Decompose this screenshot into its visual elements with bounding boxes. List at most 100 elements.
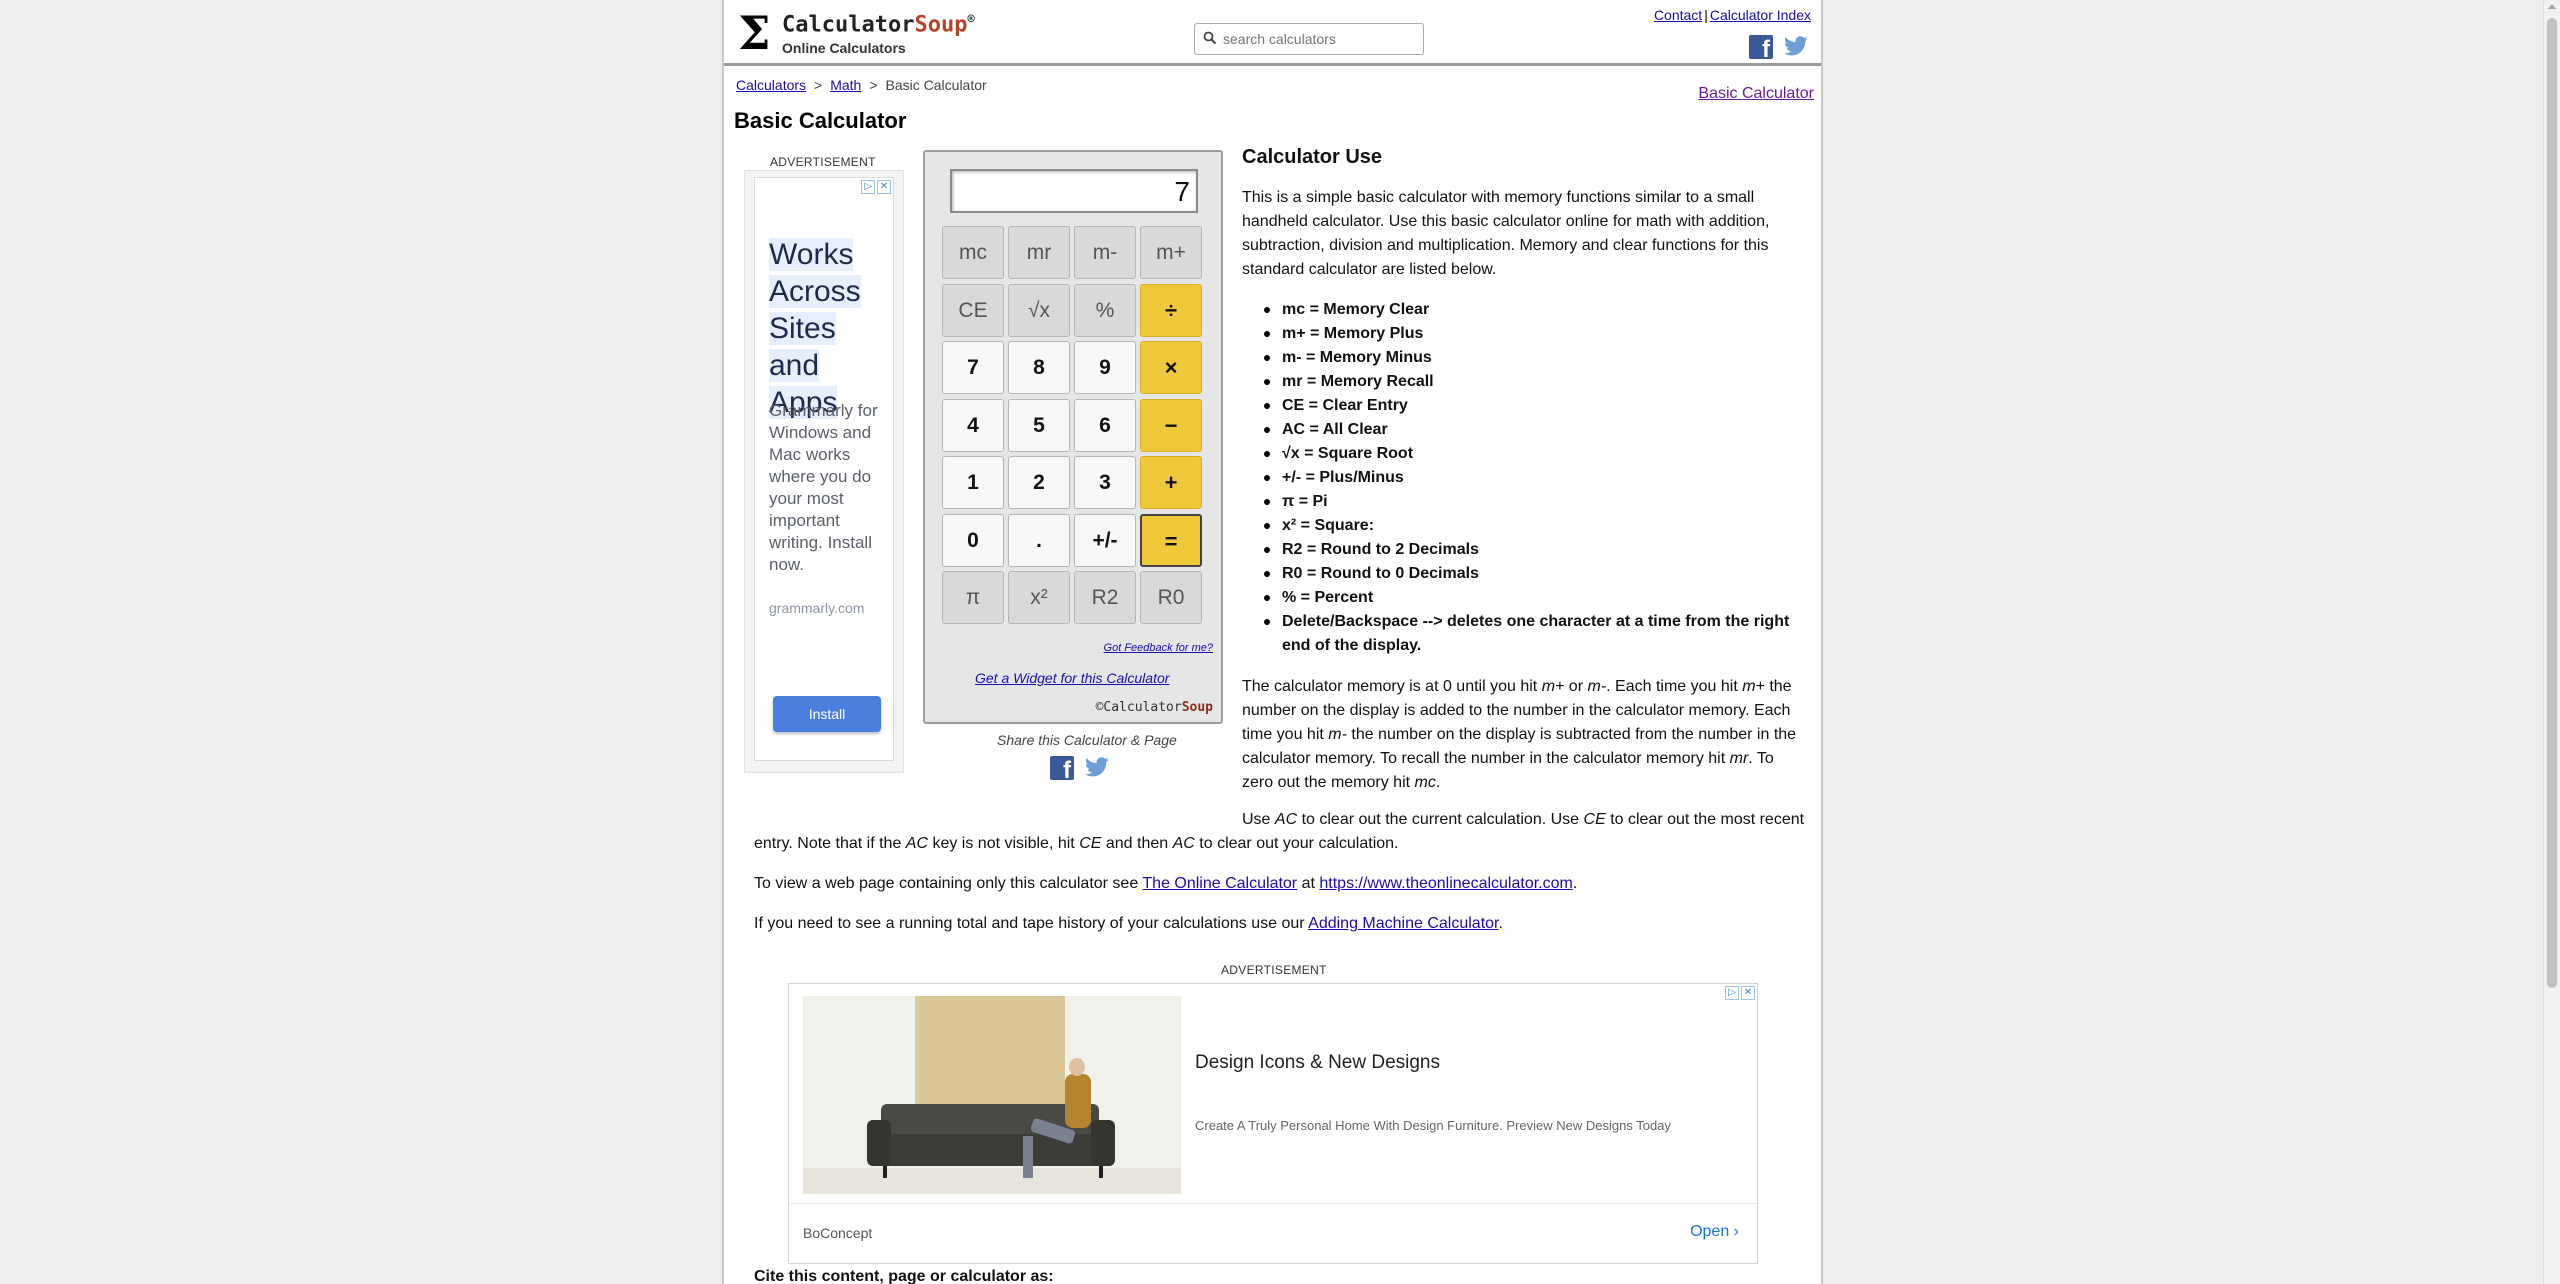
key-r0[interactable]: R0 xyxy=(1140,571,1202,624)
key-5[interactable]: 5 xyxy=(1008,399,1070,452)
text: If you need to see a running total and t… xyxy=(754,915,1309,932)
calculator: 7 mc mr m-m+ CE √x% ÷ 7 8 9 × 4 5 6−1 2 3 +0. +/- = π x² R2 R… xyxy=(923,150,1223,724)
share-icons: f xyxy=(1050,756,1110,780)
facebook-share-icon[interactable]: f xyxy=(1050,756,1074,780)
page-title: Basic Calculator xyxy=(734,108,907,133)
key-equals[interactable]: = xyxy=(1140,514,1202,567)
key-1[interactable]: 1 xyxy=(942,456,1004,509)
key-4[interactable]: 4 xyxy=(942,399,1004,452)
key-2[interactable]: 2 xyxy=(1008,456,1070,509)
feedback-link[interactable]: Got Feedback for me? xyxy=(1104,642,1213,654)
cite-heading: Cite this content, page or calculator as… xyxy=(754,1268,1054,1284)
key-m-minus[interactable]: m- xyxy=(1074,226,1136,279)
em-key: AC xyxy=(1172,835,1195,852)
legend-item: AC = All Clear xyxy=(1262,418,1802,442)
calculator-use-section: Calculator Use This is a simple basic ca… xyxy=(1242,145,1802,811)
ad-choices[interactable]: ▷ ✕ xyxy=(1725,986,1755,1000)
ad-close-icon[interactable]: ✕ xyxy=(877,180,891,194)
key-0[interactable]: 0 xyxy=(942,514,1004,567)
breadcrumb-calculators[interactable]: Calculators xyxy=(736,77,806,93)
ad-open-button[interactable]: Open › xyxy=(1690,1223,1739,1241)
ad-headline[interactable]: Design Icons & New Designs xyxy=(1195,1052,1440,1074)
key-mc[interactable]: mc xyxy=(942,226,1004,279)
twitter-share-icon[interactable] xyxy=(1084,756,1110,780)
text: . xyxy=(1572,875,1578,892)
display-value: 7 xyxy=(1174,176,1190,207)
left-ad[interactable]: ▷ ✕ Works Across Sites and Apps Grammarl… xyxy=(754,177,894,761)
key-pi[interactable]: π xyxy=(942,571,1004,624)
legend-item: m- = Memory Minus xyxy=(1262,346,1802,370)
scrollbar[interactable] xyxy=(2543,0,2560,1284)
key-plus-minus[interactable]: +/- xyxy=(1074,514,1136,567)
sigma-logo-icon[interactable]: Σ xyxy=(738,10,776,56)
key-7[interactable]: 7 xyxy=(942,341,1004,394)
online-calculator-link[interactable]: The Online Calculator xyxy=(1142,875,1297,892)
ad-headline-line: Sites and xyxy=(769,312,836,382)
key-mr[interactable]: mr xyxy=(1008,226,1070,279)
text: . Each time you hit xyxy=(1606,678,1743,695)
text: Use xyxy=(1242,811,1275,828)
bottom-ad[interactable]: ▷ ✕ Design Icons & New Designs Create A … xyxy=(788,983,1758,1264)
scroll-up-arrow-icon[interactable] xyxy=(2548,4,2556,9)
search-box[interactable] xyxy=(1194,23,1424,55)
key-ce[interactable]: CE xyxy=(942,284,1004,337)
legend-item: R2 = Round to 2 Decimals xyxy=(1262,538,1802,562)
key-subtract[interactable]: − xyxy=(1140,399,1202,452)
ad-install-button[interactable]: Install xyxy=(773,696,881,732)
ad-image[interactable] xyxy=(803,996,1181,1194)
key-r2[interactable]: R2 xyxy=(1074,571,1136,624)
view-paragraph: To view a web page containing only this … xyxy=(754,872,1810,896)
em-key: AC xyxy=(1274,811,1298,828)
key-9[interactable]: 9 xyxy=(1074,341,1136,394)
em-key: CE xyxy=(1079,835,1102,852)
site-logo-text[interactable]: CalculatorSoup® xyxy=(782,12,975,37)
em-key: m- xyxy=(1328,726,1347,743)
copyright-name: Calculator xyxy=(1103,700,1182,715)
contact-link[interactable]: Contact xyxy=(1654,7,1702,23)
search-input[interactable] xyxy=(1223,28,1418,50)
key-add[interactable]: + xyxy=(1140,456,1202,509)
breadcrumb-math[interactable]: Math xyxy=(830,77,861,93)
key-decimal[interactable]: . xyxy=(1008,514,1070,567)
key-square[interactable]: x² xyxy=(1008,571,1070,624)
text: . xyxy=(1498,915,1503,932)
key-percent[interactable]: % xyxy=(1074,284,1136,337)
key-multiply[interactable]: × xyxy=(1140,341,1202,394)
ad-domain: grammarly.com xyxy=(769,600,865,616)
ad-info-icon[interactable]: ▷ xyxy=(1725,986,1739,1000)
em-key: AC xyxy=(905,835,929,852)
legend-item: π = Pi xyxy=(1262,490,1802,514)
facebook-icon[interactable]: f xyxy=(1749,35,1773,59)
text: The calculator memory is at 0 until you … xyxy=(1242,678,1542,695)
adding-machine-link[interactable]: Adding Machine Calculator xyxy=(1308,915,1498,932)
twitter-icon[interactable] xyxy=(1783,35,1809,59)
online-calculator-url-link[interactable]: https://www.theonlinecalculator.com xyxy=(1319,875,1572,892)
ad-headline-line: Across xyxy=(769,275,861,308)
top-links: Contact | Calculator Index xyxy=(1654,7,1811,23)
ad-info-icon[interactable]: ▷ xyxy=(861,180,875,194)
key-m-plus[interactable]: m+ xyxy=(1140,226,1202,279)
ad-label: ADVERTISEMENT xyxy=(770,155,876,169)
ad-choices[interactable]: ▷ ✕ xyxy=(861,180,891,194)
key-6[interactable]: 6 xyxy=(1074,399,1136,452)
ad-brand: BoConcept xyxy=(803,1225,873,1241)
left-ad-container: ▷ ✕ Works Across Sites and Apps Grammarl… xyxy=(744,170,904,773)
em-key: mc xyxy=(1414,774,1436,791)
key-divide[interactable]: ÷ xyxy=(1140,284,1202,337)
calculator-display[interactable]: 7 xyxy=(950,169,1198,213)
section-title: Calculator Use xyxy=(1242,146,1383,168)
intro-paragraph: This is a simple basic calculator with m… xyxy=(1242,189,1770,278)
breadcrumb-separator: > xyxy=(814,77,823,93)
share-label: Share this Calculator & Page xyxy=(997,732,1177,748)
calculator-index-link[interactable]: Calculator Index xyxy=(1710,7,1811,23)
ad-close-icon[interactable]: ✕ xyxy=(1741,986,1755,1000)
scrollbar-thumb[interactable] xyxy=(2547,18,2557,988)
key-8[interactable]: 8 xyxy=(1008,341,1070,394)
ad-divider xyxy=(789,1203,1757,1204)
widget-link[interactable]: Get a Widget for this Calculator xyxy=(975,670,1169,686)
key-3[interactable]: 3 xyxy=(1074,456,1136,509)
logo-registered: ® xyxy=(967,12,975,26)
link-separator: | xyxy=(1704,7,1708,23)
basic-calculator-side-link[interactable]: Basic Calculator xyxy=(1698,85,1814,103)
key-sqrt[interactable]: √x xyxy=(1008,284,1070,337)
